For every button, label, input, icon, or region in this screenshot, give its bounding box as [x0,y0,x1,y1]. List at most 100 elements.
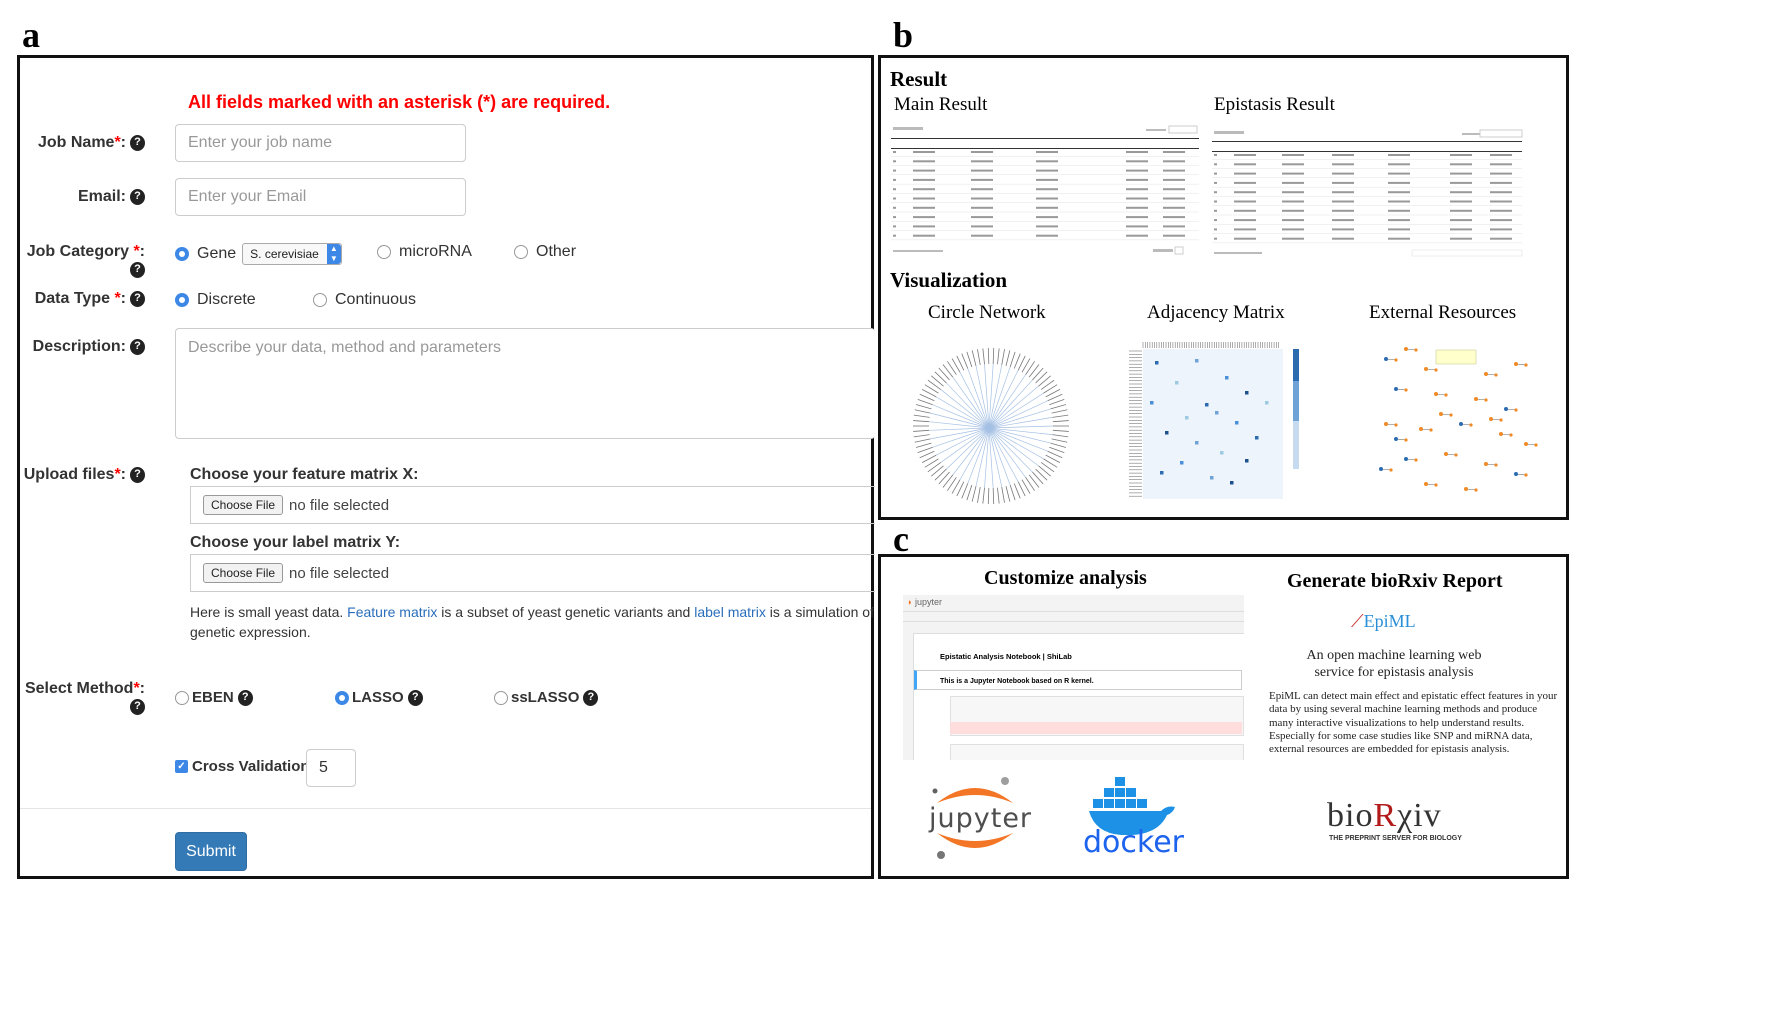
help-icon[interactable]: ? [130,338,145,355]
cross-validation-folds-input[interactable]: 5 [306,749,356,787]
table-cell-placeholder [913,178,935,181]
resource-node [1429,428,1433,432]
table-cell-placeholder [893,206,896,209]
adjacency-matrix-image [1129,342,1299,499]
radio-selected [175,247,189,261]
job-name-input[interactable]: Enter your job name [175,124,466,162]
node-label-tick [1038,465,1052,477]
table-cell-placeholder [1036,178,1058,181]
label-matrix-heading: Choose your label matrix Y: [190,534,401,551]
choose-file-button[interactable]: Choose File [203,495,284,515]
node-label-tick [1052,434,1069,438]
resource-node [1484,398,1488,402]
node-label-tick [1050,404,1067,410]
table-cell-placeholder [913,234,935,237]
epiml-tagline: An open machine learning web service for… [1306,648,1482,680]
feature-matrix-link[interactable]: Feature matrix [347,604,437,620]
resource-node [1439,412,1443,416]
feature-matrix-heading: Choose your feature matrix X: [190,466,419,483]
help-icon[interactable]: ? [130,290,145,307]
network-edge [932,427,990,448]
table-cell-placeholder [1388,154,1410,156]
help-icon[interactable]: ? [407,689,423,706]
table-cell-placeholder [1490,191,1512,194]
table-cell-placeholder [1332,172,1354,175]
help-icon[interactable]: ? [130,261,145,278]
table-cell-placeholder [1450,228,1472,231]
help-icon[interactable]: ? [130,466,145,483]
category-radio-microrna[interactable]: microRNA [377,243,472,261]
node-label-tick [977,349,981,366]
table-cell-placeholder [1282,163,1304,166]
help-icon[interactable]: ? [130,698,145,715]
table-cell-placeholder [1163,169,1185,172]
network-edge [988,400,1048,429]
node-label-tick [982,487,985,504]
node-label-tick [961,353,969,369]
node-label-tick [1049,398,1065,406]
description-textarea[interactable]: Describe your data, method and parameter… [175,328,875,439]
matrix-cell [1195,441,1199,445]
epistasis-result-table [1212,129,1523,257]
epistasis-result-heading: Epistasis Result [1214,94,1335,115]
node-label-tick [930,375,944,387]
adjacency-matrix-heading: Adjacency Matrix [1147,302,1285,323]
node-label-tick [987,348,990,365]
table-cell-placeholder [1036,225,1058,228]
table-cell-placeholder [913,169,935,172]
radio-unselected [313,293,327,307]
table-cell-placeholder [1450,237,1472,240]
resource-node [1414,348,1418,352]
node-label-tick [987,487,990,504]
label-matrix-file-input[interactable]: Choose File no file selected [190,554,875,592]
email-input[interactable]: Enter your Email [175,178,466,216]
node-label-tick [942,364,954,378]
cross-validation-checkbox[interactable]: ✓ Cross Validation: [175,758,315,775]
resource-node [1419,427,1423,431]
resource-node [1384,357,1388,361]
table-cell-placeholder [1234,219,1256,222]
table-cell-placeholder [913,151,935,153]
network-edge [940,427,990,463]
circle-network-heading: Circle Network [928,302,1046,323]
choose-file-button[interactable]: Choose File [203,563,284,583]
table-cell-placeholder [1388,209,1410,212]
resource-node [1494,463,1498,467]
help-icon[interactable]: ? [130,188,145,205]
node-label-tick [1051,409,1068,414]
label-matrix-link[interactable]: label matrix [694,604,766,620]
epiml-description: EpiML can detect main effect and epistat… [1269,690,1558,756]
node-label-tick [1028,474,1040,488]
help-icon[interactable]: ? [583,689,599,706]
epiml-logo: ⟋EpiML [1351,611,1416,631]
node-label-tick [1028,364,1040,378]
help-icon[interactable]: ? [237,689,253,706]
node-label-tick [971,350,977,366]
feature-matrix-file-input[interactable]: Choose File no file selected [190,486,875,524]
species-select[interactable]: S. cerevisiae ▲ ▼ [242,243,342,265]
network-edge [988,392,1044,429]
table-cell-placeholder [1490,163,1512,166]
method-radio-sslasso[interactable]: ssLASSO? [494,689,599,706]
category-radio-gene[interactable]: Gene S. cerevisiae ▲ ▼ [175,243,342,265]
category-radio-other[interactable]: Other [514,243,576,261]
method-radio-lasso[interactable]: LASSO? [335,689,423,706]
generate-report-heading: Generate bioRxiv Report [1287,570,1503,592]
submit-button[interactable]: Submit [175,832,247,871]
table-cell-placeholder [1234,172,1256,175]
matrix-cell [1225,376,1229,380]
resource-node [1449,413,1453,417]
description-label: Description:? [33,338,145,356]
resource-node [1394,358,1398,362]
dna-icon: ⟋ [1351,611,1364,631]
radio-unselected [514,245,528,259]
datatype-radio-discrete[interactable]: Discrete [175,291,256,309]
matrix-cell [1160,471,1164,475]
table-cell-placeholder [893,151,896,153]
node-label-tick [1052,414,1069,418]
help-icon[interactable]: ? [130,134,145,151]
table-cell-placeholder [1282,172,1304,175]
visualization-heading: Visualization [890,268,1008,292]
datatype-radio-continuous[interactable]: Continuous [313,291,416,309]
method-radio-eben[interactable]: EBEN? [175,689,253,706]
